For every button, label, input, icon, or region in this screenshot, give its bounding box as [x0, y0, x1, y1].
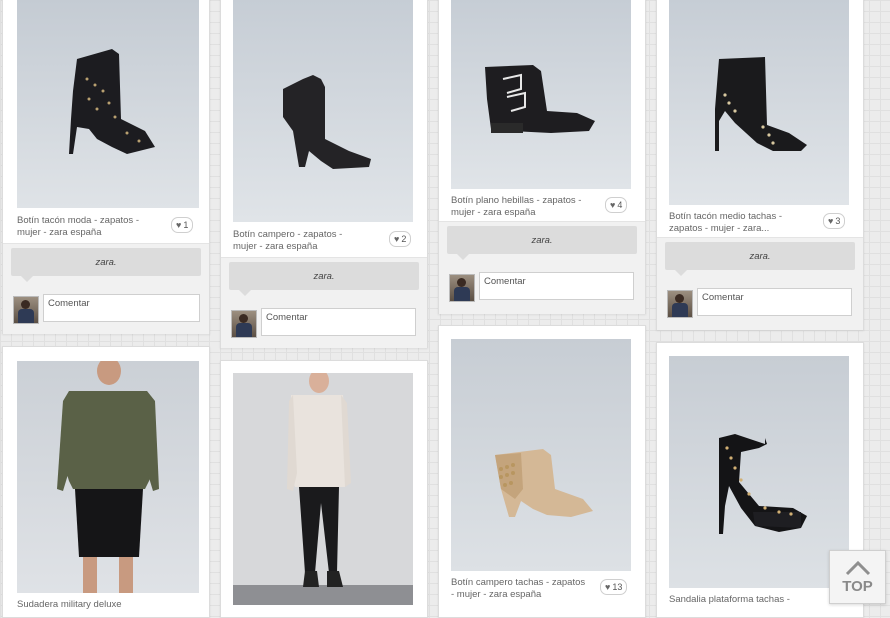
- back-to-top-button[interactable]: TOP: [829, 550, 886, 604]
- avatar[interactable]: [449, 274, 475, 302]
- heart-icon: ♥: [610, 200, 616, 210]
- pin-card: Botín tacón moda - zapatos - mujer - zar…: [2, 0, 210, 334]
- pin-image[interactable]: [233, 0, 413, 222]
- pin-source-area: zara. Comentar: [3, 243, 209, 334]
- source-label[interactable]: zara.: [665, 242, 855, 276]
- heart-icon: ♥: [176, 220, 182, 230]
- pin-image[interactable]: [669, 356, 849, 588]
- pin-card: Botín tacón medio tachas - zapatos - muj…: [656, 0, 864, 330]
- like-button[interactable]: ♥ 3: [823, 213, 846, 229]
- comment-input[interactable]: Comentar: [261, 308, 416, 336]
- pin-description: Sudadera military deluxe: [17, 599, 122, 610]
- like-count: 3: [835, 216, 841, 226]
- comment-input[interactable]: Comentar: [43, 294, 200, 322]
- pin-image[interactable]: [451, 339, 631, 571]
- like-count: 4: [617, 200, 623, 210]
- pin-description: Botín tacón medio tachas - zapatos - muj…: [669, 211, 783, 234]
- top-label: TOP: [842, 577, 873, 595]
- pin-card: Botín plano hebillas - zapatos - mujer -…: [438, 0, 646, 314]
- heart-icon: ♥: [605, 582, 611, 592]
- like-button[interactable]: ♥ 4: [605, 197, 628, 213]
- pin-description: Botín plano hebillas - zapatos - mujer -…: [451, 195, 582, 218]
- pin-image[interactable]: [233, 373, 413, 605]
- pin-description: Sandalia plataforma tachas -: [669, 594, 790, 605]
- pin-card: Botín campero - zapatos - mujer - zara e…: [220, 0, 428, 348]
- avatar[interactable]: [667, 290, 693, 318]
- pin-card: [220, 360, 428, 618]
- pin-card: Botín campero tachas - zapatos - mujer -…: [438, 325, 646, 618]
- comment-input[interactable]: Comentar: [697, 288, 852, 316]
- pin-source-area: zara. Comentar: [439, 221, 645, 314]
- pin-source-area: zara. Comentar: [657, 237, 863, 330]
- source-label[interactable]: zara.: [11, 248, 201, 282]
- pin-source-area: zara. Comentar: [221, 257, 427, 348]
- like-button[interactable]: ♥ 2: [389, 231, 412, 247]
- pin-card: Sudadera military deluxe: [2, 346, 210, 618]
- source-label[interactable]: zara.: [229, 262, 419, 296]
- pin-description: Botín tacón moda - zapatos - mujer - zar…: [17, 215, 139, 238]
- pin-description: Botín campero - zapatos - mujer - zara e…: [233, 229, 343, 252]
- chevron-up-icon: [844, 560, 872, 578]
- like-count: 13: [612, 582, 623, 592]
- comment-input[interactable]: Comentar: [479, 272, 634, 300]
- heart-icon: ♥: [828, 216, 834, 226]
- avatar[interactable]: [13, 296, 39, 324]
- like-button[interactable]: ♥ 1: [171, 217, 194, 233]
- pin-image[interactable]: [17, 0, 199, 208]
- pin-image[interactable]: [17, 361, 199, 593]
- heart-icon: ♥: [394, 234, 400, 244]
- like-count: 2: [401, 234, 407, 244]
- like-count: 1: [183, 220, 189, 230]
- pin-image[interactable]: [669, 0, 849, 205]
- pin-description: Botín campero tachas - zapatos - mujer -…: [451, 577, 586, 600]
- avatar[interactable]: [231, 310, 257, 338]
- source-label[interactable]: zara.: [447, 226, 637, 260]
- pin-image[interactable]: [451, 0, 631, 189]
- like-button[interactable]: ♥ 13: [600, 579, 628, 595]
